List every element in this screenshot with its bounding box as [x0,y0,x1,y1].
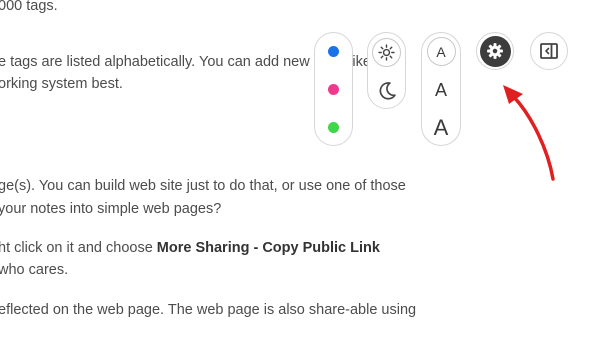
arrow-shaft [511,94,555,181]
annotation-arrow [503,85,555,181]
arrow-head [503,85,523,104]
